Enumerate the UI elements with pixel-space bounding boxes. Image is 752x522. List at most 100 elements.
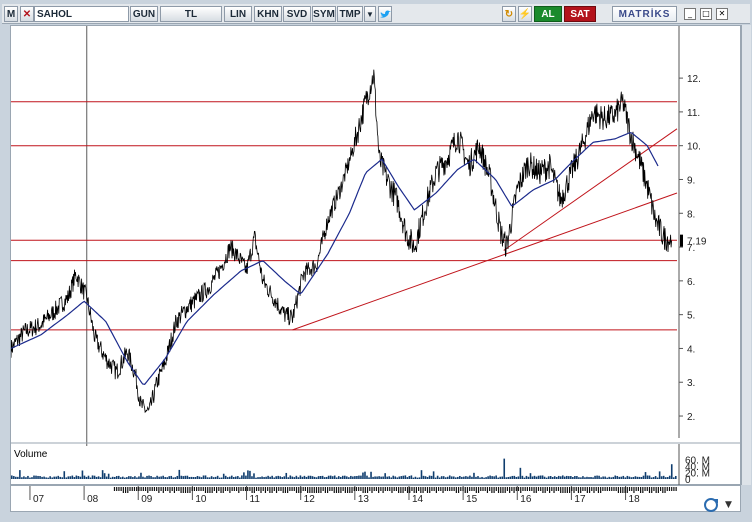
axis-minor-tick [531,487,533,491]
scale-button[interactable]: LIN [224,6,252,22]
axis-minor-tick [664,487,666,493]
symbol-field[interactable]: SAHOL [34,6,129,22]
price-chart[interactable]: 2.3.4.5.6.7.8.9.10.11.12.7.1960. M40. M2… [11,26,742,486]
minimize-icon[interactable]: _ [684,8,696,20]
volume-bar [220,477,223,479]
volume-bar [440,476,443,479]
axis-minor-tick [442,487,444,493]
currency-button[interactable]: TL [160,6,222,22]
maximize-icon[interactable]: □ [700,8,712,20]
volume-bar [485,477,487,479]
axis-minor-tick [451,487,453,491]
volume-bar [517,476,520,479]
volume-bar [323,477,326,479]
axis-minor-tick [262,487,264,491]
axis-minor-tick [511,487,513,491]
refresh-icon[interactable]: ↻ [502,6,516,22]
volume-bar [299,475,302,479]
volume-bar [566,475,568,479]
axis-minor-tick [648,487,651,493]
volume-bar [61,477,64,479]
volume-bar [255,477,257,479]
volume-bar [333,475,336,479]
volume-bar [469,475,471,479]
axis-minor-tick [280,487,282,491]
volume-bar [245,475,247,479]
volume-bar [481,476,483,479]
twitter-icon[interactable] [378,6,392,22]
axis-minor-tick [326,487,329,493]
volume-bar [513,475,516,479]
volume-bar [553,476,556,479]
axis-minor-tick [380,487,382,491]
axis-minor-tick [238,487,240,493]
axis-minor-tick [642,487,644,493]
sym-button[interactable]: SYM [312,6,336,22]
volume-bar [578,477,580,479]
close-window-icon[interactable]: ✕ [716,8,728,20]
volume-bar [452,476,455,479]
axis-minor-tick [657,487,659,493]
volume-bar [672,477,675,479]
axis-minor-tick [568,487,571,493]
axis-minor-tick [593,487,595,493]
axis-minor-tick [366,487,369,493]
brand-logo: MATRİKS [612,6,677,22]
time-axis-bar[interactable]: 07 08 09 10 11 12 13 14 15 16 17 18 [10,485,741,512]
axis-minor-tick [582,487,584,491]
axis-minor-tick [204,487,207,493]
app-logo[interactable]: M [4,6,18,22]
volume-bar [81,470,84,479]
tmp-button[interactable]: TMP [337,6,363,22]
volume-bar [263,477,265,479]
axis-minor-tick [373,487,375,491]
axis-minor-tick [320,487,322,493]
svd-button[interactable]: SVD [283,6,311,22]
sell-button[interactable]: SAT [564,6,596,22]
volume-bar [237,476,239,479]
axis-minor-tick [315,487,318,493]
volume-bar [303,475,306,479]
volume-bar [666,477,669,479]
volume-bar [178,469,181,479]
axis-minor-tick [200,487,202,491]
volume-bar [527,476,530,479]
right-scrollbar[interactable] [741,25,751,485]
volume-bar [410,475,413,479]
x-tick-label: 12 [304,494,316,505]
volume-bar [555,476,558,479]
volume-bar [362,472,364,479]
lightning-icon[interactable]: ⚡ [518,6,532,22]
volume-bar [479,477,481,479]
volume-bar [283,476,286,479]
axis-minor-tick [242,487,244,491]
volume-bar [656,477,659,479]
buy-button[interactable]: AL [534,6,562,22]
dropdown-arrow-icon[interactable]: ▼ [364,6,376,22]
volume-bar [525,475,528,479]
volume-bar [448,475,451,479]
volume-bar [392,475,395,479]
close-symbol-icon[interactable]: ✕ [20,6,34,22]
axis-minor-tick [535,487,537,493]
volume-bar [612,476,615,479]
khn-button[interactable]: KHN [254,6,282,22]
volume-bar [97,476,100,479]
volume-bar [23,476,25,479]
period-button[interactable]: GUN [130,6,158,22]
axis-minor-tick [431,487,433,491]
volume-bar [348,477,350,479]
toolbar: M ✕ SAHOL GUN TL LIN KHN SVD SYM TMP ▼ ↻… [2,4,750,24]
axis-minor-tick [653,487,655,491]
axis-minor-tick [604,487,606,491]
volume-bar [216,475,219,479]
chart-panel[interactable]: 2. 3. 4. 5. 6. 7. 8. 9. 10. 11. 12. 7.19 60. M 40. M2… [10,25,742,486]
axis-minor-tick [633,487,635,493]
axis-minor-tick [522,487,524,491]
volume-bar [545,477,548,479]
sync-icon[interactable] [703,497,719,513]
axis-minor-tick [133,487,136,491]
volume-bar [457,476,459,479]
settings-dropdown-icon[interactable]: ▼ [725,500,737,512]
volume-bar [380,476,382,479]
